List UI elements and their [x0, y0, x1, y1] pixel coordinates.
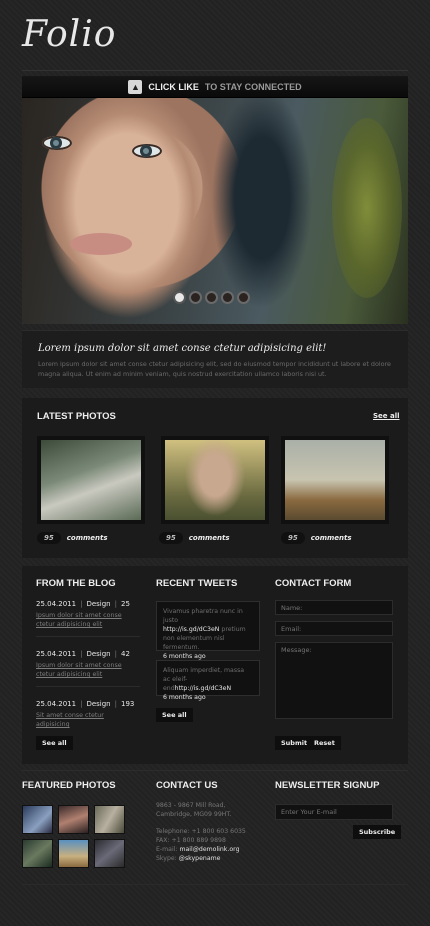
like-bar-strong[interactable]: CLICK LIKE: [148, 82, 199, 92]
photo-comments[interactable]: 95 comments: [159, 532, 230, 544]
like-bar[interactable]: ▲ CLICK LIKE TO STAY CONNECTED: [22, 76, 408, 98]
comment-count: 95: [281, 532, 305, 544]
hero-slider[interactable]: [22, 98, 408, 324]
featured-thumb[interactable]: [58, 839, 89, 868]
featured-thumb[interactable]: [22, 805, 53, 834]
name-field[interactable]: [275, 600, 393, 615]
photo-portrait: [165, 440, 265, 520]
post-meta: 25.04.2011 | Design | 42: [36, 650, 130, 658]
photo-card[interactable]: [161, 436, 269, 524]
reset-button[interactable]: Reset: [308, 736, 341, 750]
comment-label: comments: [310, 534, 352, 542]
featured-thumb[interactable]: [58, 805, 89, 834]
photo-forest: [41, 440, 141, 520]
email-link[interactable]: mail@demolink.org: [179, 846, 239, 853]
email-field[interactable]: [275, 621, 393, 636]
photo-card[interactable]: [281, 436, 389, 524]
tweet: Vivamus pharetra nunc in justo http://is…: [156, 601, 260, 660]
latest-photos-heading: LATEST PHOTOS: [37, 411, 116, 422]
latest-photos-see-all[interactable]: See all: [373, 412, 400, 420]
footer-divider: [22, 770, 408, 771]
tweet: Aliquam imperdiet, massa ac eleif-endhtt…: [156, 660, 260, 701]
newsletter-email-field[interactable]: [275, 804, 393, 820]
contact-form-heading: CONTACT FORM: [275, 578, 352, 589]
comment-label: comments: [188, 534, 230, 542]
featured-thumb[interactable]: [22, 839, 53, 868]
thumbs-up-icon[interactable]: ▲: [128, 79, 143, 94]
blog-heading: FROM THE BLOG: [36, 578, 116, 589]
featured-thumb[interactable]: [94, 805, 125, 834]
tweet-link[interactable]: http://is.gd/dC3eN: [175, 685, 231, 692]
comment-count: 95: [159, 532, 183, 544]
intro-title: Lorem ipsum dolor sit amet conse ctetur …: [38, 343, 327, 354]
leaf-decoration: [332, 118, 402, 298]
bottom-divider: [22, 884, 408, 885]
post-link[interactable]: Sit amet conse ctetur adipisicing: [36, 711, 136, 729]
post-meta: 25.04.2011 | Design | 25: [36, 600, 130, 608]
comment-label: comments: [66, 534, 108, 542]
photo-comments[interactable]: 95 comments: [37, 532, 108, 544]
skype-link[interactable]: @skypename: [179, 855, 221, 862]
post-divider: [36, 686, 140, 687]
lower-section: FROM THE BLOG RECENT TWEETS CONTACT FORM…: [22, 566, 408, 764]
message-field[interactable]: [275, 642, 393, 719]
subscribe-button[interactable]: Subscribe: [353, 825, 402, 839]
slider-dot[interactable]: [173, 291, 186, 304]
slider-dot[interactable]: [237, 291, 250, 304]
post-link[interactable]: Ipsum dolor sit amet conse ctetur adipis…: [36, 611, 136, 629]
tweet-link[interactable]: http://is.gd/dC3eN: [163, 626, 219, 633]
lips: [70, 233, 132, 255]
photo-card[interactable]: [37, 436, 145, 524]
contact-us-heading: CONTACT US: [156, 780, 218, 791]
like-bar-light: TO STAY CONNECTED: [204, 81, 302, 92]
intro-block: Lorem ipsum dolor sit amet conse ctetur …: [22, 330, 408, 388]
blog-post: 25.04.2011 | Design | 42 Ipsum dolor sit ame…: [36, 650, 136, 679]
featured-thumb[interactable]: [94, 839, 125, 868]
post-meta: 25.04.2011 | Design | 193: [36, 700, 135, 708]
post-divider: [36, 636, 140, 637]
slider-dot[interactable]: [189, 291, 202, 304]
slider-dots: [173, 291, 250, 304]
top-divider: [22, 70, 408, 71]
blog-see-all-button[interactable]: See all: [36, 736, 73, 750]
blog-post: 25.04.2011 | Design | 193 Sit amet conse cte…: [36, 700, 136, 729]
newsletter-heading: NEWSLETTER SIGNUP: [275, 780, 380, 791]
post-link[interactable]: Ipsum dolor sit amet conse ctetur adipis…: [36, 661, 136, 679]
logo[interactable]: Folio: [22, 14, 116, 55]
latest-photos-section: LATEST PHOTOS See all 95 comments 95 com…: [22, 398, 408, 558]
contact-details: 9863 - 9867 Mill Road, Cambridge, MG09 9…: [156, 802, 246, 862]
slider-dot[interactable]: [221, 291, 234, 304]
comment-count: 95: [37, 532, 61, 544]
photo-comments[interactable]: 95 comments: [281, 532, 352, 544]
slider-dot[interactable]: [205, 291, 218, 304]
tweets-see-all-button[interactable]: See all: [156, 708, 193, 722]
photo-field: [285, 440, 385, 520]
intro-text: Lorem ipsum dolor sit amet conse ctetur …: [38, 360, 391, 378]
tweets-heading: RECENT TWEETS: [156, 578, 238, 589]
eye-left: [42, 136, 72, 150]
blog-post: 25.04.2011 | Design | 25 Ipsum dolor sit ame…: [36, 600, 136, 629]
eye-right: [132, 144, 162, 158]
featured-heading: FEATURED PHOTOS: [22, 780, 116, 791]
